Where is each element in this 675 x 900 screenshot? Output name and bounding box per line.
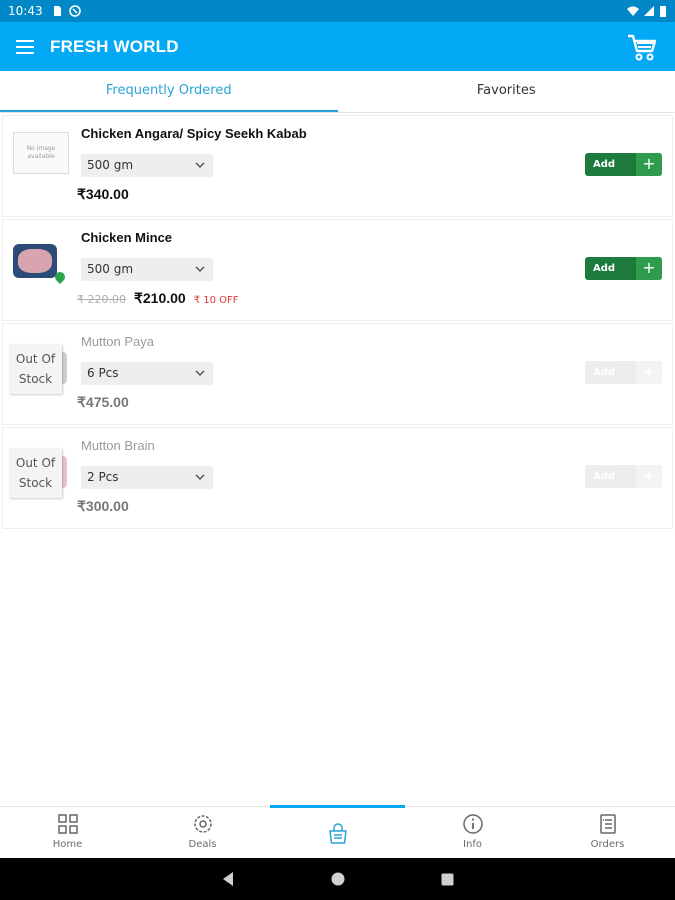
price-row: ₹ 220.00 ₹210.00 ₹ 10 OFF xyxy=(77,290,239,307)
info-icon xyxy=(462,814,483,834)
cellular-signal-icon xyxy=(644,6,654,16)
cart-icon[interactable] xyxy=(625,30,659,64)
tab-frequently-ordered[interactable]: Frequently Ordered xyxy=(0,71,338,112)
product-name: Mutton Brain xyxy=(81,438,155,453)
menu-icon[interactable] xyxy=(16,39,34,54)
price-row: ₹475.00 xyxy=(77,394,129,411)
status-time: 10:43 xyxy=(8,4,43,18)
chevron-down-icon xyxy=(195,474,205,481)
product-list: No image available Chicken Angara/ Spicy… xyxy=(0,115,675,531)
product-image: No image available xyxy=(13,132,69,180)
home-circle-icon[interactable] xyxy=(331,872,345,886)
chevron-down-icon xyxy=(195,370,205,377)
product-name: Chicken Angara/ Spicy Seekh Kabab xyxy=(81,126,307,141)
price-row: ₹300.00 xyxy=(77,498,129,515)
status-bar: 10:43 xyxy=(0,0,675,22)
nav-home-label: Home xyxy=(52,839,83,850)
out-of-stock-line1: Out Of xyxy=(15,456,56,470)
product-name: Mutton Paya xyxy=(81,334,154,349)
sync-icon xyxy=(68,5,81,17)
out-of-stock-line2: Stock xyxy=(18,372,53,386)
variant-value: 500 gm xyxy=(87,158,134,172)
plus-icon: + xyxy=(636,153,662,176)
add-to-cart-button-disabled: Add + xyxy=(585,361,662,384)
product-item: Out Of Stock Mutton Brain 2 Pcs ₹300.00 … xyxy=(2,427,673,529)
recents-icon[interactable] xyxy=(441,873,454,886)
price-row: ₹340.00 xyxy=(77,186,129,203)
nav-orders-label: Orders xyxy=(590,839,625,850)
variant-select[interactable]: 6 Pcs xyxy=(81,362,213,385)
product-price: ₹300.00 xyxy=(77,498,129,514)
chicken-mince-image xyxy=(13,244,57,278)
app-bar: FRESH WORLD xyxy=(0,22,675,71)
add-button-label: Add xyxy=(593,471,616,482)
add-button-label: Add xyxy=(593,263,616,274)
add-to-cart-button[interactable]: Add + xyxy=(585,257,662,280)
plus-icon: + xyxy=(636,465,662,488)
wifi-icon xyxy=(627,6,639,16)
plus-icon: + xyxy=(636,361,662,384)
add-to-cart-button[interactable]: Add + xyxy=(585,153,662,176)
product-price: ₹210.00 xyxy=(133,290,186,306)
variant-select[interactable]: 500 gm xyxy=(81,154,213,177)
variant-value: 2 Pcs xyxy=(87,470,119,484)
sim-card-icon xyxy=(53,6,61,16)
out-of-stock-line2: Stock xyxy=(18,476,53,490)
out-of-stock-badge: Out Of Stock xyxy=(9,344,62,394)
product-item: No image available Chicken Angara/ Spicy… xyxy=(2,115,673,217)
variant-select[interactable]: 500 gm xyxy=(81,258,213,281)
nav-deals[interactable]: Deals xyxy=(135,807,270,858)
variant-value: 500 gm xyxy=(87,262,134,276)
product-image xyxy=(13,236,69,285)
chevron-down-icon xyxy=(195,162,205,169)
nav-info-label: Info xyxy=(463,839,482,850)
battery-icon xyxy=(660,6,666,17)
add-button-label: Add xyxy=(593,159,616,170)
no-image-placeholder: No image available xyxy=(13,132,69,174)
shopping-bag-icon xyxy=(328,823,347,844)
app-title: FRESH WORLD xyxy=(50,36,179,56)
original-price: ₹ 220.00 xyxy=(77,293,126,306)
chevron-down-icon xyxy=(195,266,205,273)
plus-icon: + xyxy=(636,257,662,280)
nav-info[interactable]: Info xyxy=(405,807,540,858)
out-of-stock-badge: Out Of Stock xyxy=(9,448,62,498)
product-price: ₹340.00 xyxy=(77,186,129,202)
product-price: ₹475.00 xyxy=(77,394,129,410)
gear-badge-icon xyxy=(193,815,212,833)
product-image xyxy=(62,456,67,488)
system-nav-bar xyxy=(0,858,675,900)
out-of-stock-line1: Out Of xyxy=(15,352,56,366)
tab-bar: Frequently Ordered Favorites xyxy=(0,71,675,113)
nav-deals-label: Deals xyxy=(188,839,217,850)
add-button-label: Add xyxy=(593,367,616,378)
product-image xyxy=(62,352,67,384)
bottom-nav: Home Deals Info Orders xyxy=(0,805,675,858)
product-item: Chicken Mince 500 gm ₹ 220.00 ₹210.00 ₹ … xyxy=(2,219,673,321)
add-to-cart-button-disabled: Add + xyxy=(585,465,662,488)
nav-home[interactable]: Home xyxy=(0,807,135,858)
nav-orders[interactable]: Orders xyxy=(540,807,675,858)
nav-shop[interactable] xyxy=(270,805,405,858)
product-item: Out Of Stock Mutton Paya 6 Pcs ₹475.00 A… xyxy=(2,323,673,425)
variant-select[interactable]: 2 Pcs xyxy=(81,466,213,489)
product-name: Chicken Mince xyxy=(81,230,173,245)
back-icon[interactable] xyxy=(221,871,235,887)
variant-value: 6 Pcs xyxy=(87,366,119,380)
grid-icon xyxy=(57,814,78,834)
orders-list-icon xyxy=(599,814,616,834)
tab-favorites[interactable]: Favorites xyxy=(338,71,675,112)
discount-label: ₹ 10 OFF xyxy=(193,295,239,306)
